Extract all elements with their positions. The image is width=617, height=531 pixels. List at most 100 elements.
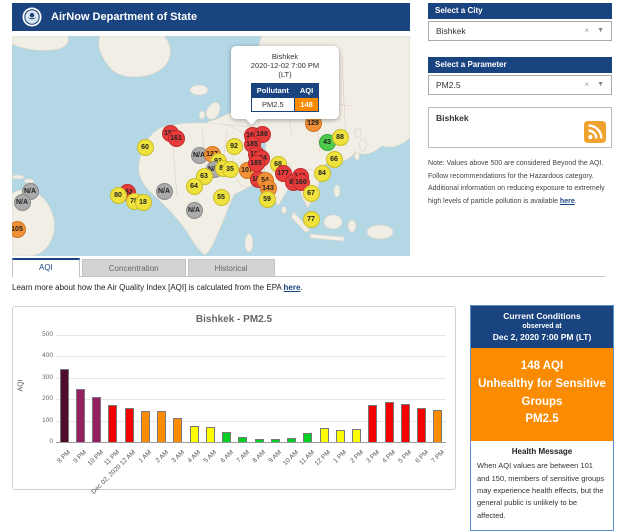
chart-bar-11-am[interactable] <box>303 433 312 442</box>
chart-bar-dec-02-2020-12-am[interactable] <box>125 408 134 442</box>
chart-bar-8-am[interactable] <box>255 439 264 442</box>
chart-bar-6-pm[interactable] <box>417 408 426 442</box>
tab-historical[interactable]: Historical <box>188 259 275 276</box>
chart-x-tick-label: 1 PM <box>333 449 349 465</box>
chart-bar-9-am[interactable] <box>271 439 280 442</box>
aqi-map-marker[interactable]: 59 <box>259 191 276 208</box>
chart-bar-5-am[interactable] <box>206 427 215 442</box>
chart-bar-1-pm[interactable] <box>336 430 345 442</box>
chart-bar-2-am[interactable] <box>157 411 166 443</box>
aqi-map-marker[interactable]: N/A <box>14 194 31 211</box>
tab-bar: AQIConcentrationHistorical <box>12 258 605 277</box>
chart-x-tick-label: 5 PM <box>398 449 414 465</box>
chart-gridline <box>56 356 446 357</box>
chart-bar-12-pm[interactable] <box>320 428 329 442</box>
aqi-map-marker[interactable]: 18 <box>135 194 152 211</box>
chart-bar-3-pm[interactable] <box>368 405 377 442</box>
aqi-map-marker[interactable]: 185 <box>248 155 265 172</box>
chart-plot-area <box>56 335 446 443</box>
chart-bar-7-pm[interactable] <box>433 410 442 442</box>
health-message-title: Health Message <box>477 447 607 456</box>
clear-city-icon[interactable]: × <box>584 22 589 40</box>
chart-x-tick-label: 8 PM <box>56 449 72 465</box>
city-feed-box: Bishkek <box>428 107 612 148</box>
chevron-down-icon[interactable]: ▼ <box>597 22 604 40</box>
observed-at-label: observed at <box>474 323 610 330</box>
tab-concentration[interactable]: Concentration <box>82 259 186 276</box>
chart-x-tick-label: 3 PM <box>365 449 381 465</box>
note-period: . <box>575 198 577 205</box>
clear-parameter-icon[interactable]: × <box>584 76 589 94</box>
chart-x-tick-label: 4 PM <box>381 449 397 465</box>
chart-gridline <box>56 399 446 400</box>
world-aqi-map[interactable]: N/AN/A10560151161N/A1279293N/A89356364N/… <box>12 36 410 256</box>
rss-feed-icon[interactable] <box>584 121 606 143</box>
chart-bar-2-pm[interactable] <box>352 429 361 442</box>
chart-bar-6-am[interactable] <box>222 432 231 442</box>
aqi-map-marker[interactable]: 84 <box>314 165 331 182</box>
aqi-map-marker[interactable]: 80 <box>110 187 127 204</box>
chart-x-tick-label: 4 AM <box>187 449 202 464</box>
chart-y-tick-label: 500 <box>21 331 53 338</box>
aqi-map-marker[interactable]: 64 <box>186 178 203 195</box>
chart-x-tick-label: 7 PM <box>430 449 446 465</box>
popup-datetime: 2020-12-02 7:00 PM <box>235 61 335 70</box>
aqi-map-marker[interactable]: 88 <box>332 129 349 146</box>
aqi-bar-chart: Bishkek - PM2.5 AQI 0100200300400500 8 P… <box>12 306 456 490</box>
aqi-note: Note: Values above 500 are considered Be… <box>428 158 612 208</box>
city-select[interactable]: Bishkek × ▼ <box>428 21 612 41</box>
aqi-map-marker[interactable]: 77 <box>303 211 320 228</box>
aqi-map-marker[interactable]: N/A <box>186 202 203 219</box>
aqi-map-marker[interactable]: 60 <box>137 139 154 156</box>
chart-bar-7-am[interactable] <box>238 437 247 442</box>
chart-x-tick-label: 6 PM <box>414 449 430 465</box>
parameter-select[interactable]: PM2.5 × ▼ <box>428 75 612 95</box>
chart-bar-10-am[interactable] <box>287 438 296 442</box>
learn-more-prefix: Learn more about how the Air Quality Ind… <box>12 283 284 292</box>
aqi-map-marker[interactable]: 67 <box>303 185 320 202</box>
chart-bar-1-am[interactable] <box>141 411 150 442</box>
current-conditions-header: Current Conditions observed at Dec 2, 20… <box>471 306 613 348</box>
chart-y-tick-label: 300 <box>21 374 53 381</box>
learn-more-here-link[interactable]: here <box>284 283 301 292</box>
popup-col-aqi: AQI <box>294 84 318 98</box>
chart-y-tick-label: 100 <box>21 417 53 424</box>
chart-bar-5-pm[interactable] <box>401 404 410 442</box>
chart-bar-3-am[interactable] <box>173 418 182 442</box>
observed-datetime: Dec 2, 2020 7:00 PM (LT) <box>474 332 610 342</box>
chart-y-tick-label: 200 <box>21 395 53 402</box>
chart-y-tick-label: 400 <box>21 352 53 359</box>
aqi-map-marker[interactable]: 55 <box>213 189 230 206</box>
chart-x-tick-label: 1 AM <box>138 449 153 464</box>
chart-x-tick-label: 11 AM <box>298 449 316 467</box>
chart-bar-4-pm[interactable] <box>385 402 394 442</box>
select-city-header: Select a City <box>428 3 612 19</box>
popup-lt: (LT) <box>235 70 335 79</box>
aqi-map-marker[interactable]: N/A <box>156 183 173 200</box>
aqi-map-marker[interactable]: 66 <box>326 151 343 168</box>
chevron-down-icon[interactable]: ▼ <box>597 76 604 94</box>
chart-bar-11-pm[interactable] <box>108 405 117 442</box>
aqi-map-marker[interactable]: 35 <box>222 161 239 178</box>
current-conditions-title: Current Conditions <box>474 311 610 321</box>
note-here-link[interactable]: here <box>560 198 575 205</box>
current-aqi-badge: 148 AQI Unhealthy for Sensitive Groups P… <box>471 348 613 441</box>
health-message-section: Health Message When AQI values are betwe… <box>471 441 613 530</box>
chart-bar-10-pm[interactable] <box>92 397 101 442</box>
chart-x-tick-label: 12 PM <box>314 449 332 467</box>
popup-col-pollutant: Pollutant <box>251 84 294 98</box>
chart-x-labels: 8 PM9 PM10 PM11 PMDec 02, 2020 12 AM1 AM… <box>56 444 446 489</box>
chart-x-tick-label: 2 PM <box>349 449 365 465</box>
learn-more-text: Learn more about how the Air Quality Ind… <box>12 283 303 292</box>
chart-bar-9-pm[interactable] <box>76 389 85 443</box>
tab-aqi[interactable]: AQI <box>12 258 80 277</box>
aqi-map-marker[interactable]: 161 <box>168 130 185 147</box>
aqi-map-marker[interactable]: 92 <box>226 138 243 155</box>
chart-bar-4-am[interactable] <box>190 426 199 443</box>
chart-x-tick-label: 2 AM <box>154 449 169 464</box>
department-of-state-seal-logo <box>22 7 42 27</box>
current-aqi-value: 148 AQI <box>475 358 609 376</box>
popup-aqi-value: 148 <box>294 98 318 112</box>
aqi-map-marker[interactable]: 105 <box>12 221 26 238</box>
chart-bar-8-pm[interactable] <box>60 369 69 442</box>
